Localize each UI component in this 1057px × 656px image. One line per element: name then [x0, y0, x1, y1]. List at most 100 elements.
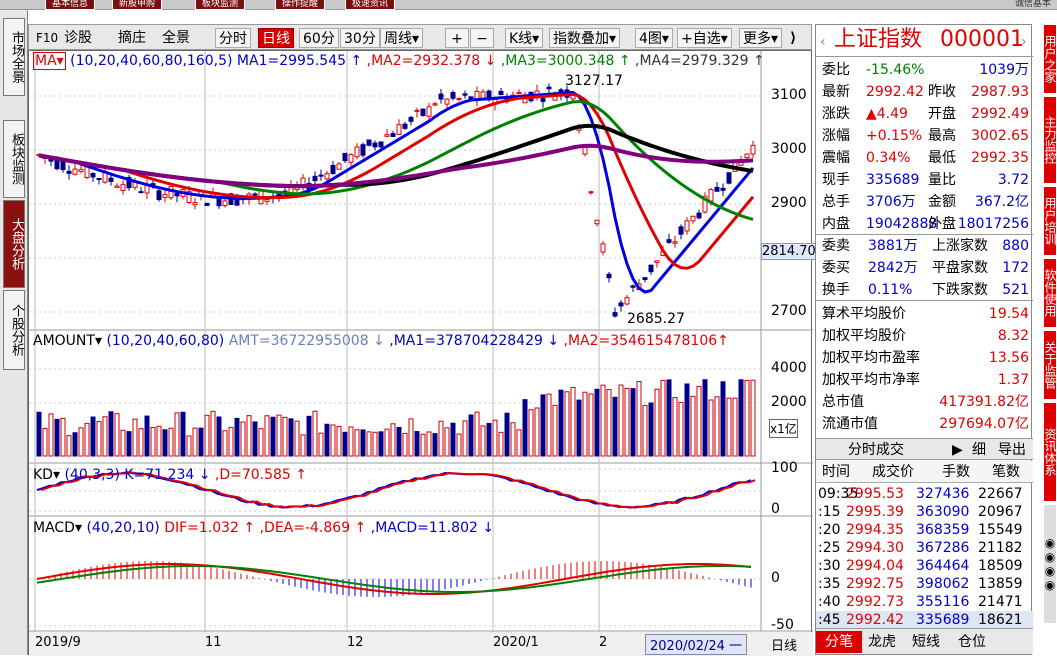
trade-row[interactable]: :30 2994.04 364464 18509: [816, 557, 1033, 575]
f10-button[interactable]: F10: [33, 28, 61, 48]
more-dropdown[interactable]: 更多▾: [739, 28, 783, 48]
volume-bar: [48, 413, 54, 457]
index-header: ‹ 上证指数 000001 ›: [816, 27, 1033, 57]
trade-row[interactable]: 09:35 2995.53 327436 22667: [816, 485, 1033, 503]
volume-bar: [474, 411, 480, 457]
quote-row: 委买 2842万 平盘家数 172: [816, 257, 1033, 279]
candle-body: [396, 124, 402, 135]
volume-bar: [396, 427, 402, 457]
left-tab-market[interactable]: 市场全景: [3, 18, 25, 96]
left-tab-sector[interactable]: 板块监测: [3, 120, 25, 198]
tab-intraday[interactable]: 分时: [215, 28, 251, 48]
left-tab-stock[interactable]: 个股分析: [3, 290, 25, 370]
amount-tick-4000: 4000: [771, 360, 807, 376]
kline-chart-area[interactable]: MA▾ (10,20,40,60,80,160,5) MA1=2995.545 …: [28, 50, 817, 656]
stat-value: 417391.82亿: [939, 394, 1029, 410]
volume-bar: [630, 388, 636, 457]
kd-menu[interactable]: KD▾: [33, 467, 60, 483]
stat-row: 总市值 417391.82亿: [816, 391, 1033, 413]
diagnose-button[interactable]: 诊股: [61, 28, 95, 48]
tab-position[interactable]: 仓位: [958, 631, 986, 653]
volume-bar: [270, 416, 276, 457]
volume-bar: [60, 417, 66, 457]
trade-row[interactable]: :15 2995.39 363090 20967: [816, 503, 1033, 521]
trade-price: 2992.75: [846, 576, 904, 592]
trade-volume: 367286: [916, 540, 970, 556]
trade-row[interactable]: :20 2994.35 368359 15549: [816, 521, 1033, 539]
amount-menu[interactable]: AMOUNT▾: [33, 333, 102, 349]
candle-body: [330, 164, 336, 175]
tab-30min[interactable]: 30分: [340, 28, 380, 48]
right-tab-regulation[interactable]: 关于监管: [1043, 330, 1057, 400]
trade-volume: 398062: [916, 576, 970, 592]
tab-dragon-tiger[interactable]: 龙虎: [868, 631, 896, 653]
tab-short-term[interactable]: 短线: [912, 631, 940, 653]
current-date-label[interactable]: 2020/02/24 一: [645, 634, 748, 655]
price-tick-3100: 3100: [771, 87, 807, 103]
candle-body: [108, 177, 114, 182]
volume-bar: [342, 431, 348, 457]
right-tab-icons[interactable]: ◉◉◉◉: [1043, 504, 1057, 624]
ma4-value: ,MA4=2979.329 ↑: [635, 53, 765, 69]
chart-canvas: [29, 51, 813, 656]
dea-value: ,DEA=-4.869 ↑: [259, 520, 367, 536]
right-tab-software[interactable]: 软件使用: [1043, 258, 1057, 328]
trade-time: :25: [818, 540, 841, 556]
collapse-icon[interactable]: ⟩: [787, 28, 799, 48]
volume-bar: [684, 383, 690, 457]
watchlist-dropdown[interactable]: +自选▾: [677, 28, 732, 48]
candle-body: [372, 142, 378, 148]
panorama-button[interactable]: 全景: [159, 28, 193, 48]
prev-index-icon[interactable]: ‹: [820, 31, 826, 53]
candle-body: [120, 184, 126, 192]
banker-button[interactable]: 摘庄: [115, 28, 149, 48]
tab-weekly[interactable]: 周线▾: [380, 28, 424, 48]
volume-bar: [540, 394, 546, 457]
volume-bar: [180, 411, 186, 457]
topbar-button-1[interactable]: 基本信息: [45, 0, 95, 10]
amount-unit: x1亿: [769, 419, 798, 438]
trade-time: :20: [818, 522, 841, 538]
left-tab-market-analysis[interactable]: 大盘分析: [3, 200, 25, 288]
right-tab-training[interactable]: 用户培训: [1043, 186, 1057, 256]
index-overlay-dropdown[interactable]: 指数叠加▾: [549, 28, 621, 48]
trade-row[interactable]: :45 2992.42 335689 18621: [816, 611, 1033, 629]
topbar-button-2[interactable]: 新股申购: [112, 0, 162, 10]
tab-ticks[interactable]: 分笔: [816, 631, 862, 653]
volume-bar: [306, 415, 312, 457]
tab-60min[interactable]: 60分: [299, 28, 339, 48]
topbar-button-5[interactable]: 极速资讯: [345, 0, 395, 10]
topbar-button-3[interactable]: 板块监测: [195, 0, 245, 10]
right-tab-main-monitor[interactable]: 主力监控: [1043, 96, 1057, 184]
kline-dropdown[interactable]: K线▾: [505, 28, 544, 48]
volume-bar: [696, 385, 702, 457]
topbar-button-4[interactable]: 操作提醒: [275, 0, 325, 10]
four-chart-dropdown[interactable]: 4图▾: [635, 28, 673, 48]
trade-row[interactable]: :25 2994.30 367286 21182: [816, 539, 1033, 557]
trade-arrow-icon[interactable]: ▶: [952, 439, 963, 461]
volume-bar: [510, 422, 516, 457]
volume-bar: [120, 429, 126, 457]
zoom-in-button[interactable]: +: [445, 28, 469, 48]
right-tab-user-home[interactable]: 用户之家: [1043, 24, 1057, 94]
volume-bar: [66, 435, 72, 457]
volume-bar: [246, 415, 252, 457]
ma-menu[interactable]: MA▾: [33, 52, 66, 70]
trade-row[interactable]: :35 2992.75 398062 13859: [816, 575, 1033, 593]
next-index-icon[interactable]: ›: [1021, 31, 1027, 53]
trade-export-tab[interactable]: 导出: [998, 439, 1026, 461]
stat-value: 19.54: [988, 306, 1029, 322]
right-tab-info-system[interactable]: 资讯体系: [1043, 402, 1057, 502]
trade-row[interactable]: :40 2992.73 355116 21471: [816, 593, 1033, 611]
date-label-nov: 11: [205, 635, 222, 650]
trade-price: 2992.42: [846, 612, 904, 628]
zoom-out-button[interactable]: −: [470, 28, 494, 48]
volume-bar: [570, 386, 576, 457]
candle-body: [420, 108, 426, 116]
col-price: 成交价: [872, 464, 914, 480]
trade-volume: 335689: [916, 612, 970, 628]
tab-daily[interactable]: 日线: [258, 28, 294, 48]
candle-body: [366, 139, 372, 146]
macd-menu[interactable]: MACD▾: [33, 520, 82, 536]
trade-detail-tab[interactable]: 细: [972, 439, 986, 461]
